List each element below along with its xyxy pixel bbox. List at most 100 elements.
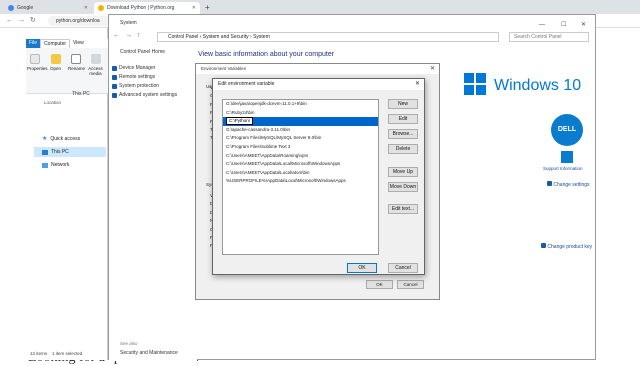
shield-icon <box>112 65 117 71</box>
explorer-status-bar: 12 items 1 item selected <box>30 351 82 356</box>
open-folder-icon <box>50 54 61 64</box>
path-entry[interactable]: G:\apache-cassandra-3.11.0\bin <box>223 126 378 135</box>
path-entry-edit-field[interactable]: C:\Python\ <box>226 117 254 126</box>
ribbon-tab-view[interactable]: View <box>70 39 87 48</box>
nav-network[interactable]: Network <box>34 160 106 170</box>
edit-text-button[interactable]: Edit text... <box>388 204 418 214</box>
explorer-address-text: This PC <box>72 91 90 97</box>
tab-close-icon[interactable]: ✕ <box>192 2 196 14</box>
env-ok-button[interactable]: OK <box>366 280 393 289</box>
path-entry[interactable] <box>223 238 378 247</box>
system-address-bar: ← → ↑ Control Panel › System and Securit… <box>109 31 595 43</box>
support-information-link[interactable]: Support Information <box>543 166 583 171</box>
nav-label: Network <box>51 162 70 168</box>
path-entry[interactable]: C:\Program Files\MySQL\MySQL Server 8.0\… <box>223 134 378 143</box>
tab-label: Google <box>17 5 34 11</box>
path-entry-text: C:\Users\AMEET\AppData\Local\atom\bin <box>226 169 310 175</box>
path-entry[interactable] <box>223 220 378 229</box>
up-icon[interactable]: ↑ <box>137 31 141 41</box>
forward-icon[interactable]: → <box>125 31 132 41</box>
path-entry[interactable]: C:\Program Files\Sublime Text 3 <box>223 143 378 152</box>
back-icon[interactable]: ← <box>6 16 13 26</box>
search-control-panel-input[interactable]: Search Control Panel <box>509 32 589 42</box>
cancel-button[interactable]: Cancel <box>388 263 418 273</box>
path-entry[interactable]: C:\Python\ <box>223 117 378 126</box>
rename-button[interactable]: Rename <box>68 54 85 71</box>
breadcrumb-item[interactable]: Control Panel <box>168 34 198 40</box>
move-down-button[interactable]: Move Down <box>388 182 418 192</box>
reload-icon[interactable]: ↻ <box>30 16 36 26</box>
browse-button[interactable]: Browse... <box>388 129 418 139</box>
new-tab-button[interactable]: + <box>201 2 214 14</box>
tab-google[interactable]: Google ✕ <box>4 2 92 14</box>
change-settings-link[interactable]: Change settings <box>547 181 590 188</box>
breadcrumb[interactable]: Control Panel › System and Security › Sy… <box>157 32 499 42</box>
link-label: Change settings <box>553 182 590 188</box>
dialog-title-text: Edit environment variable <box>218 81 275 87</box>
path-entry[interactable]: C:\Users\AMEET\AppData\Local\atom\bin <box>223 169 378 178</box>
breadcrumb-item[interactable]: System and Security <box>203 34 249 40</box>
new-button[interactable]: New <box>388 99 418 109</box>
network-icon <box>42 162 48 168</box>
path-entry[interactable] <box>223 195 378 204</box>
path-entry[interactable]: C:\Ruby24\bin <box>223 109 378 118</box>
move-up-button[interactable]: Move Up <box>388 167 418 177</box>
advanced-system-settings-link[interactable]: Advanced system settings <box>112 92 177 98</box>
path-entries-list[interactable]: G:\dev\java\openjdk-dcevm-11.0.1+8\bin C:… <box>222 99 379 255</box>
browser-tabstrip: Google ✕ Download Python | Python.org ✕ … <box>0 0 640 14</box>
path-entry-text: C:\Program Files\MySQL\MySQL Server 8.0\… <box>226 135 322 141</box>
link-label: Device Manager <box>119 65 156 71</box>
ok-button[interactable]: OK <box>347 263 377 273</box>
ribbon-tab-computer[interactable]: Computer <box>40 39 71 48</box>
forward-icon[interactable]: → <box>18 16 25 26</box>
nav-label: Quick access <box>50 136 81 142</box>
path-entry[interactable]: C:\Users\AMEET\AppData\Local\Microsoft\W… <box>223 160 378 169</box>
windows-logo-icon <box>464 73 474 83</box>
path-entry-text: G:\dev\java\openjdk-dcevm-11.0.1+8\bin <box>226 101 307 106</box>
path-entry-text: C:\Ruby24\bin <box>226 109 255 115</box>
path-entry[interactable]: C:\Users\AMEET\AppData\Roaming\npm <box>223 152 378 161</box>
access-media-button[interactable]: Access media <box>88 54 103 76</box>
control-panel-home-link[interactable]: Control Panel Home <box>120 49 165 55</box>
windows-logo-pane <box>476 85 486 95</box>
device-manager-link[interactable]: Device Manager <box>112 65 155 71</box>
ribbon-tab-file[interactable]: File <box>26 39 41 48</box>
system-title-bar: System — ☐ ✕ <box>109 15 595 31</box>
edit-environment-variable-dialog: Edit environment variable ✕ G:\dev\java\… <box>212 78 425 275</box>
windows-logo-pane <box>476 73 486 83</box>
open-button[interactable]: Open <box>48 54 63 71</box>
edit-button[interactable]: Edit <box>388 114 418 124</box>
shield-icon <box>541 243 546 248</box>
shield-icon <box>112 74 117 80</box>
breadcrumb-item[interactable]: System <box>253 34 270 40</box>
path-entry[interactable] <box>223 203 378 212</box>
properties-button[interactable]: Properties <box>27 54 48 71</box>
windows-logo-text: Windows 10 <box>494 77 582 94</box>
path-entry[interactable]: %USERPROFILE%\AppData\Local\Microsoft\Wi… <box>223 177 378 186</box>
system-protection-link[interactable]: System protection <box>112 83 159 89</box>
change-product-key-link[interactable]: Change product key <box>541 243 592 250</box>
close-icon[interactable]: ✕ <box>415 79 420 90</box>
tab-python-download[interactable]: Download Python | Python.org ✕ <box>94 2 200 14</box>
remote-settings-link[interactable]: Remote settings <box>112 74 155 80</box>
nav-quick-access[interactable]: ★ Quick access <box>34 134 106 144</box>
delete-button[interactable]: Delete <box>388 144 418 154</box>
path-entry-text: C:\Users\AMEET\AppData\Local\Microsoft\W… <box>226 161 341 167</box>
oem-logo: DELL <box>551 114 583 146</box>
path-entry[interactable]: G:\dev\java\openjdk-dcevm-11.0.1+8\bin <box>223 100 378 109</box>
properties-label: Properties <box>27 66 48 71</box>
dialog-title-text: Environment Variables <box>201 66 246 71</box>
tab-close-icon[interactable]: ✕ <box>84 2 88 14</box>
nav-this-pc[interactable]: This PC <box>34 147 106 157</box>
path-entry[interactable] <box>223 186 378 195</box>
explorer-address-bar[interactable]: This PC <box>26 88 108 100</box>
dialog-title: Edit environment variable ✕ <box>213 79 424 90</box>
env-cancel-button[interactable]: Cancel <box>397 280 424 289</box>
ribbon-group-location: Location <box>44 100 62 105</box>
back-icon[interactable]: ← <box>113 31 120 41</box>
path-entry[interactable] <box>223 229 378 238</box>
close-icon[interactable]: ✕ <box>430 64 435 74</box>
url-input[interactable]: python.org/downloa <box>48 16 113 26</box>
security-maintenance-link[interactable]: Security and Maintenance <box>120 350 178 356</box>
path-entry[interactable] <box>223 212 378 221</box>
